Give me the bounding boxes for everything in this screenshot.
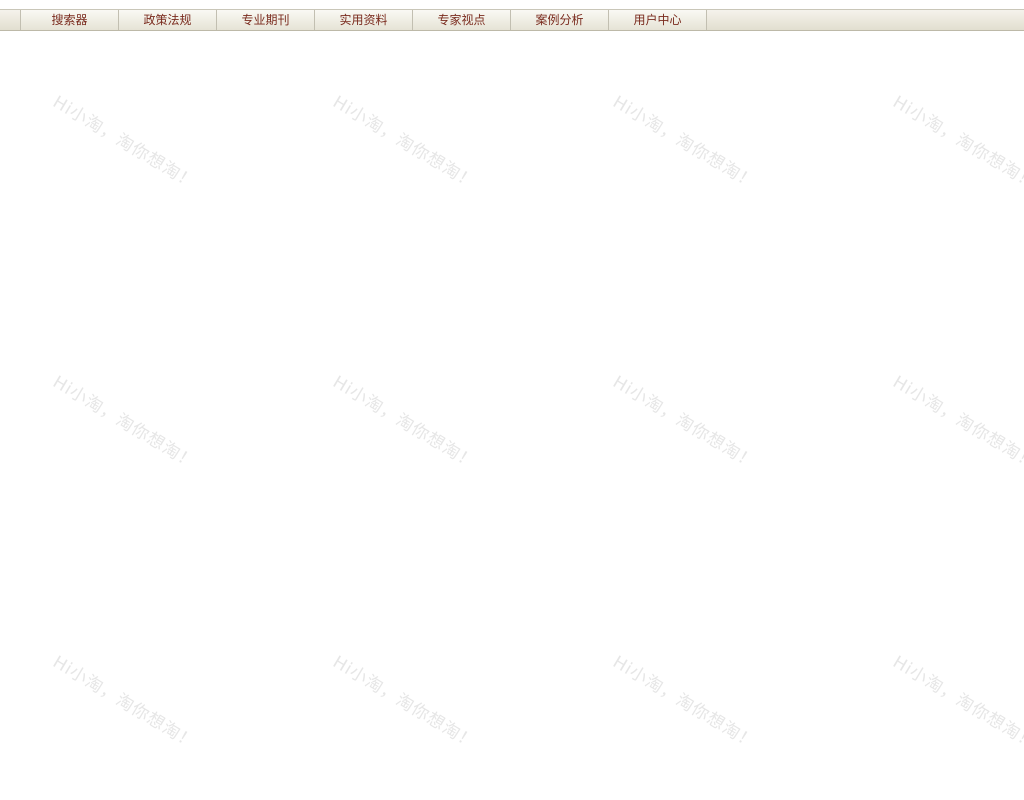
watermark: Hi小淘，淘你想淘！ [609,652,760,754]
watermark: Hi小淘，淘你想淘！ [609,92,760,194]
tab-policy-regulations[interactable]: 政策法规 [119,10,217,30]
watermark: Hi小淘，淘你想淘！ [329,92,480,194]
watermark: Hi小淘，淘你想淘！ [889,652,1024,754]
tab-practical-materials[interactable]: 实用资料 [315,10,413,30]
tab-expert-views[interactable]: 专家视点 [413,10,511,30]
tab-professional-journals[interactable]: 专业期刊 [217,10,315,30]
tab-case-analysis[interactable]: 案例分析 [511,10,609,30]
watermark: Hi小淘，淘你想淘！ [49,372,200,474]
nav-bar-fill [707,10,1024,30]
tab-search[interactable]: 搜索器 [21,10,119,30]
watermark: Hi小淘，淘你想淘！ [889,92,1024,194]
nav-bar-lead-spacer [0,10,21,30]
watermark: Hi小淘，淘你想淘！ [889,372,1024,474]
watermark: Hi小淘，淘你想淘！ [49,92,200,194]
watermark: Hi小淘，淘你想淘！ [609,372,760,474]
tab-user-center[interactable]: 用户中心 [609,10,707,30]
watermark: Hi小淘，淘你想淘！ [329,652,480,754]
top-nav-bar: 搜索器 政策法规 专业期刊 实用资料 专家视点 案例分析 用户中心 [0,9,1024,31]
watermark: Hi小淘，淘你想淘！ [49,652,200,754]
page: 搜索器 政策法规 专业期刊 实用资料 专家视点 案例分析 用户中心 Hi小淘，淘… [0,0,1024,800]
watermark: Hi小淘，淘你想淘！ [329,372,480,474]
